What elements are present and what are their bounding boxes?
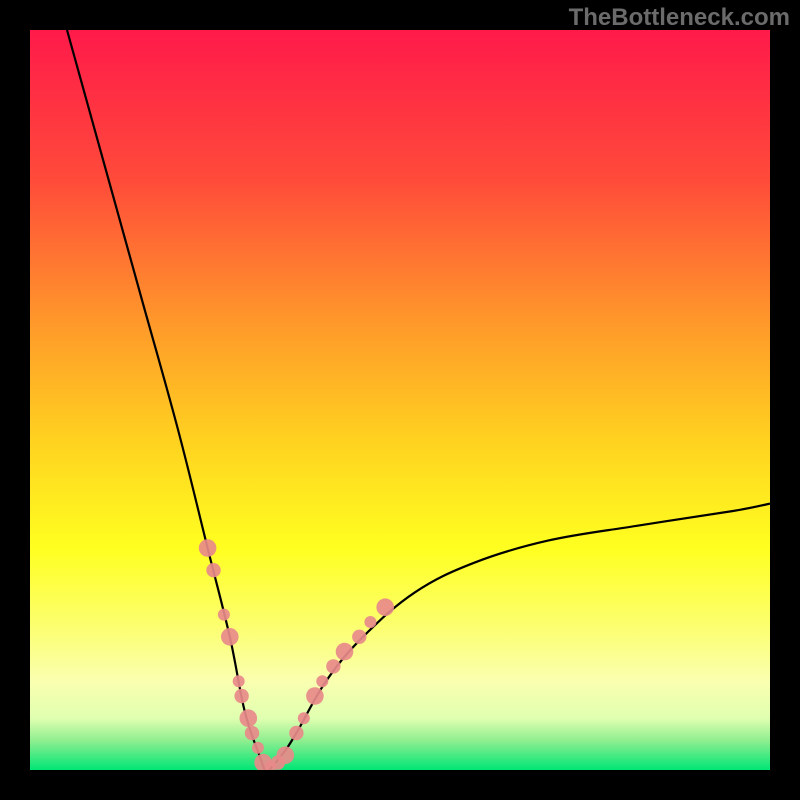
data-marker <box>199 539 217 557</box>
data-marker <box>234 689 248 703</box>
data-marker <box>245 726 259 740</box>
data-marker <box>218 609 230 621</box>
watermark-text: TheBottleneck.com <box>569 4 790 32</box>
data-marker <box>364 616 376 628</box>
data-marker <box>221 628 239 646</box>
data-marker <box>240 709 258 727</box>
data-marker <box>277 746 295 764</box>
data-marker <box>206 563 220 577</box>
data-marker <box>352 630 366 644</box>
chart-plot-area <box>30 30 770 770</box>
gradient-background <box>30 30 770 770</box>
chart-container: TheBottleneck.com <box>0 0 800 800</box>
chart-svg <box>30 30 770 770</box>
data-marker <box>336 643 354 661</box>
data-marker <box>376 598 394 616</box>
data-marker <box>298 712 310 724</box>
data-marker <box>233 675 245 687</box>
data-marker <box>252 742 264 754</box>
data-marker <box>316 675 328 687</box>
data-marker <box>326 659 340 673</box>
data-marker <box>289 726 303 740</box>
data-marker <box>306 687 324 705</box>
